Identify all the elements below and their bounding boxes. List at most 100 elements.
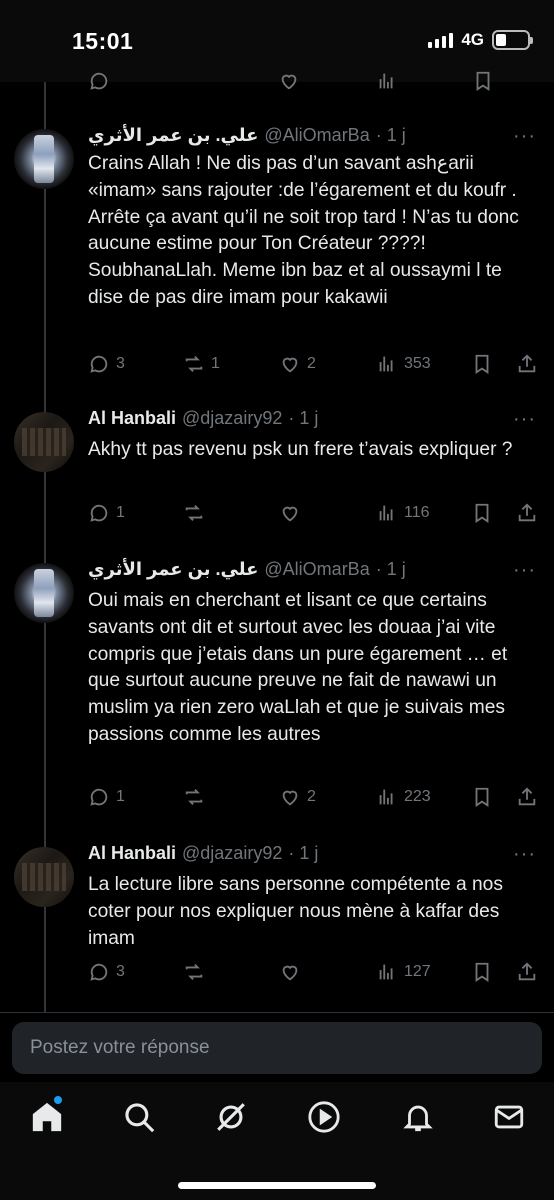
repost-icon bbox=[185, 789, 203, 805]
tweet-header: علي. بن عمر الأثري @AliOmarBa · 1 j bbox=[88, 125, 406, 146]
views-icon[interactable] bbox=[376, 70, 398, 92]
reply-button[interactable]: 3 bbox=[88, 961, 125, 983]
share-button[interactable] bbox=[516, 961, 538, 983]
share-button[interactable] bbox=[516, 353, 538, 375]
tweet-header: Al Hanbali @djazairy92 · 1 j bbox=[88, 408, 318, 429]
views-button[interactable]: 353 bbox=[376, 353, 431, 375]
repost-count: 1 bbox=[211, 355, 220, 372]
tweet[interactable]: Al Hanbali @djazairy92 · 1 j ··· Akhy tt… bbox=[0, 408, 554, 538]
display-name[interactable]: Al Hanbali bbox=[88, 843, 176, 864]
battery-icon bbox=[492, 30, 533, 50]
like-icon bbox=[282, 965, 298, 981]
repost-button[interactable] bbox=[183, 961, 211, 983]
video-icon[interactable] bbox=[307, 1100, 341, 1134]
avatar[interactable] bbox=[14, 847, 74, 907]
share-button[interactable] bbox=[516, 502, 538, 524]
status-time: 15:01 bbox=[72, 28, 134, 54]
more-options-icon[interactable]: ··· bbox=[513, 843, 536, 866]
home-indicator[interactable] bbox=[178, 1182, 376, 1189]
reply-icon[interactable] bbox=[88, 70, 110, 92]
like-icon bbox=[282, 357, 298, 373]
share-icon bbox=[518, 354, 536, 373]
tweet-text: La lecture libre sans personne compétent… bbox=[88, 874, 503, 949]
like-button[interactable]: 2 bbox=[279, 353, 316, 375]
bookmark-button[interactable] bbox=[471, 786, 493, 808]
views-icon bbox=[379, 505, 393, 521]
views-icon bbox=[379, 356, 393, 372]
repost-button[interactable]: 1 bbox=[183, 353, 220, 375]
view-count: 223 bbox=[404, 788, 431, 805]
tweet-actions: 1 2 223 bbox=[88, 786, 538, 812]
tweet-text: Crains Allah ! Ne dis pas d’un savant as… bbox=[88, 153, 519, 308]
network-type: 4G bbox=[461, 30, 484, 49]
reply-button[interactable]: 1 bbox=[88, 786, 125, 808]
avatar[interactable] bbox=[14, 412, 74, 472]
repost-button[interactable] bbox=[183, 502, 211, 524]
tweet-actions: 1 116 bbox=[88, 502, 538, 528]
display-name[interactable]: علي. بن عمر الأثري bbox=[88, 559, 258, 580]
reply-button[interactable]: 1 bbox=[88, 502, 125, 524]
notifications-icon[interactable] bbox=[401, 1100, 435, 1134]
timestamp[interactable]: · 1 j bbox=[288, 843, 318, 864]
timestamp[interactable]: · 1 j bbox=[288, 408, 318, 429]
display-name[interactable]: Al Hanbali bbox=[88, 408, 176, 429]
like-icon bbox=[282, 506, 298, 522]
tweet[interactable]: Al Hanbali @djazairy92 · 1 j ··· La lect… bbox=[0, 843, 554, 993]
view-count: 116 bbox=[404, 504, 430, 521]
avatar[interactable] bbox=[14, 129, 74, 189]
share-icon bbox=[518, 503, 536, 522]
repost-button[interactable] bbox=[183, 786, 211, 808]
handle[interactable]: @djazairy92 bbox=[182, 843, 282, 864]
avatar[interactable] bbox=[14, 563, 74, 623]
views-icon bbox=[379, 964, 393, 980]
reply-count: 1 bbox=[116, 788, 125, 805]
timestamp[interactable]: · 1 j bbox=[376, 559, 406, 580]
views-button[interactable]: 116 bbox=[376, 502, 430, 524]
more-options-icon[interactable]: ··· bbox=[513, 559, 536, 582]
like-count: 2 bbox=[307, 788, 316, 805]
like-icon[interactable] bbox=[278, 70, 300, 92]
tweet-text: Oui mais en cherchant et lisant ce que c… bbox=[88, 590, 508, 745]
share-icon bbox=[518, 787, 536, 806]
like-button[interactable] bbox=[279, 502, 307, 524]
like-button[interactable] bbox=[279, 961, 307, 983]
bookmark-icon bbox=[475, 503, 489, 523]
status-indicators: 4G bbox=[428, 30, 533, 50]
display-name[interactable]: علي. بن عمر الأثري bbox=[88, 125, 258, 146]
share-icon bbox=[518, 962, 536, 981]
like-icon bbox=[282, 790, 298, 806]
reply-icon bbox=[90, 355, 108, 373]
bookmark-icon[interactable] bbox=[472, 70, 494, 92]
bookmark-button[interactable] bbox=[471, 502, 493, 524]
timestamp[interactable]: · 1 j bbox=[376, 125, 406, 146]
reply-placeholder: Postez votre réponse bbox=[30, 1037, 210, 1058]
home-icon[interactable] bbox=[30, 1100, 64, 1134]
handle[interactable]: @AliOmarBa bbox=[264, 559, 369, 580]
search-icon[interactable] bbox=[122, 1100, 156, 1134]
handle[interactable]: @AliOmarBa bbox=[264, 125, 369, 146]
like-button[interactable]: 2 bbox=[279, 786, 316, 808]
views-button[interactable]: 127 bbox=[376, 961, 431, 983]
handle[interactable]: @djazairy92 bbox=[182, 408, 282, 429]
tweet[interactable]: علي. بن عمر الأثري @AliOmarBa · 1 j ··· … bbox=[0, 559, 554, 819]
bookmark-button[interactable] bbox=[471, 353, 493, 375]
reply-input[interactable]: Postez votre réponse bbox=[12, 1022, 542, 1074]
reply-icon bbox=[90, 963, 108, 981]
bookmark-icon bbox=[475, 962, 489, 982]
bookmark-button[interactable] bbox=[471, 961, 493, 983]
more-options-icon[interactable]: ··· bbox=[513, 125, 536, 148]
reply-icon bbox=[90, 504, 108, 522]
divider bbox=[0, 1012, 554, 1013]
messages-icon[interactable] bbox=[492, 1100, 526, 1134]
more-options-icon[interactable]: ··· bbox=[513, 408, 536, 431]
like-count: 2 bbox=[307, 355, 316, 372]
signal-icon bbox=[428, 32, 454, 48]
grok-icon[interactable] bbox=[214, 1100, 248, 1134]
reply-count: 3 bbox=[116, 355, 125, 372]
views-button[interactable]: 223 bbox=[376, 786, 431, 808]
tweet[interactable]: علي. بن عمر الأثري @AliOmarBa · 1 j ··· … bbox=[0, 125, 554, 385]
repost-icon bbox=[185, 964, 203, 980]
share-button[interactable] bbox=[516, 786, 538, 808]
reply-button[interactable]: 3 bbox=[88, 353, 125, 375]
tweet-actions: 3 127 bbox=[88, 961, 538, 987]
